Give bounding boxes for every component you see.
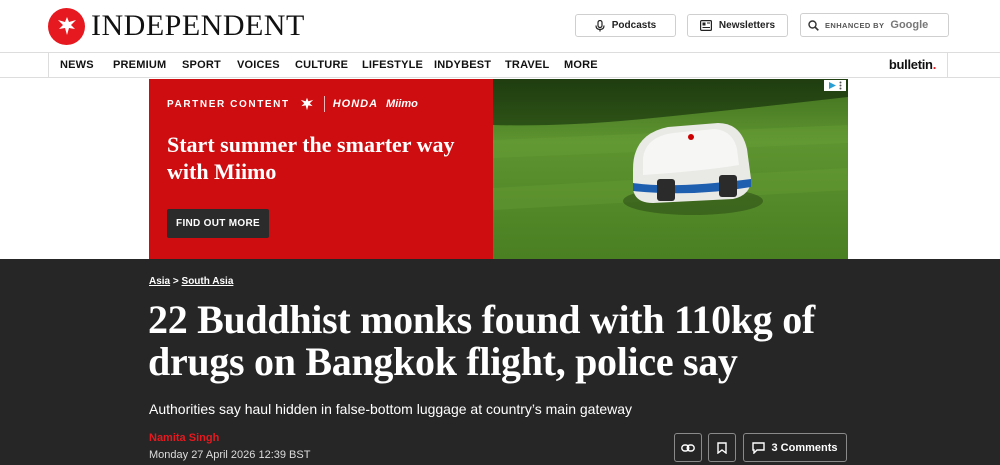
search-google-label: Google bbox=[890, 19, 929, 31]
article-standfirst: Authorities say haul hidden in false-bot… bbox=[149, 401, 633, 417]
ad-partner-label: PARTNER CONTENT bbox=[167, 98, 290, 110]
site-logo[interactable]: INDEPENDENT bbox=[48, 7, 305, 45]
ad-choices-icon[interactable] bbox=[824, 80, 846, 91]
newsletter-icon bbox=[699, 20, 712, 31]
ad-partner-row: PARTNER CONTENT HONDA Miimo bbox=[167, 95, 418, 113]
ad-divider bbox=[323, 96, 325, 112]
bulletin-link[interactable]: bulletin. bbox=[889, 57, 936, 72]
breadcrumb-asia[interactable]: Asia bbox=[149, 276, 170, 287]
comments-label: 3 Comments bbox=[771, 441, 838, 454]
bulletin-label: bulletin bbox=[888, 57, 933, 72]
breadcrumb-south-asia[interactable]: South Asia bbox=[182, 276, 234, 287]
ad-banner[interactable]: PARTNER CONTENT HONDA Miimo Start summer… bbox=[149, 79, 848, 259]
site-header: INDEPENDENT Podcasts Newsletters ENHANCE… bbox=[0, 0, 1000, 52]
article-header: Asia > South Asia 22 Buddhist monks foun… bbox=[0, 259, 1000, 465]
publish-date: Monday 27 April 2026 12:39 BST bbox=[149, 449, 311, 461]
bookmark-button[interactable] bbox=[708, 433, 736, 462]
search-icon bbox=[808, 19, 819, 31]
newsletters-label: Newsletters bbox=[718, 20, 776, 31]
ad-brand-miimo: Miimo bbox=[386, 98, 418, 110]
nav-item-news[interactable]: NEWS bbox=[60, 59, 94, 71]
search-enhanced-by: ENHANCED BY bbox=[825, 20, 885, 30]
breadcrumb: Asia > South Asia bbox=[149, 276, 233, 287]
comments-button[interactable]: 3 Comments bbox=[743, 433, 847, 462]
nav-item-sport[interactable]: SPORT bbox=[182, 59, 221, 71]
comment-icon bbox=[752, 441, 766, 454]
bulletin-dot: . bbox=[932, 57, 937, 72]
newsletters-button[interactable]: Newsletters bbox=[687, 14, 788, 37]
nav-item-more[interactable]: MORE bbox=[564, 59, 598, 71]
find-out-more-button[interactable]: FIND OUT MORE bbox=[167, 209, 269, 238]
logo-wordmark: INDEPENDENT bbox=[91, 9, 305, 42]
podcasts-label: Podcasts bbox=[611, 20, 657, 31]
nav-item-lifestyle[interactable]: LIFESTYLE bbox=[362, 59, 423, 71]
ad-image-mower bbox=[492, 79, 848, 259]
breadcrumb-separator: > bbox=[172, 276, 179, 287]
microphone-icon bbox=[595, 19, 605, 31]
link-icon bbox=[681, 443, 695, 452]
nav-item-premium[interactable]: PREMIUM bbox=[113, 59, 166, 71]
bookmark-icon bbox=[717, 441, 727, 454]
eagle-logo-icon bbox=[300, 97, 313, 111]
ad-text-panel: PARTNER CONTENT HONDA Miimo Start summer… bbox=[149, 79, 493, 259]
eagle-logo-icon bbox=[48, 7, 85, 45]
nav-item-indybest[interactable]: INDYBEST bbox=[434, 59, 491, 71]
ad-headline: Start summer the smarter way with Miimo bbox=[167, 132, 455, 184]
search-input[interactable]: ENHANCED BY Google bbox=[800, 13, 949, 37]
ad-brand-honda: HONDA bbox=[332, 98, 379, 110]
podcasts-button[interactable]: Podcasts bbox=[575, 14, 676, 37]
main-nav: NEWS PREMIUM SPORT VOICES CULTURE LIFEST… bbox=[0, 52, 1000, 78]
nav-item-travel[interactable]: TRAVEL bbox=[505, 59, 549, 71]
nav-item-voices[interactable]: VOICES bbox=[237, 59, 280, 71]
copy-link-button[interactable] bbox=[674, 433, 702, 462]
nav-item-culture[interactable]: CULTURE bbox=[295, 59, 348, 71]
author-name[interactable]: Namita Singh bbox=[149, 432, 219, 444]
article-headline: 22 Buddhist monks found with 110kg of dr… bbox=[148, 297, 815, 384]
nav-bar: NEWS PREMIUM SPORT VOICES CULTURE LIFEST… bbox=[48, 53, 948, 77]
